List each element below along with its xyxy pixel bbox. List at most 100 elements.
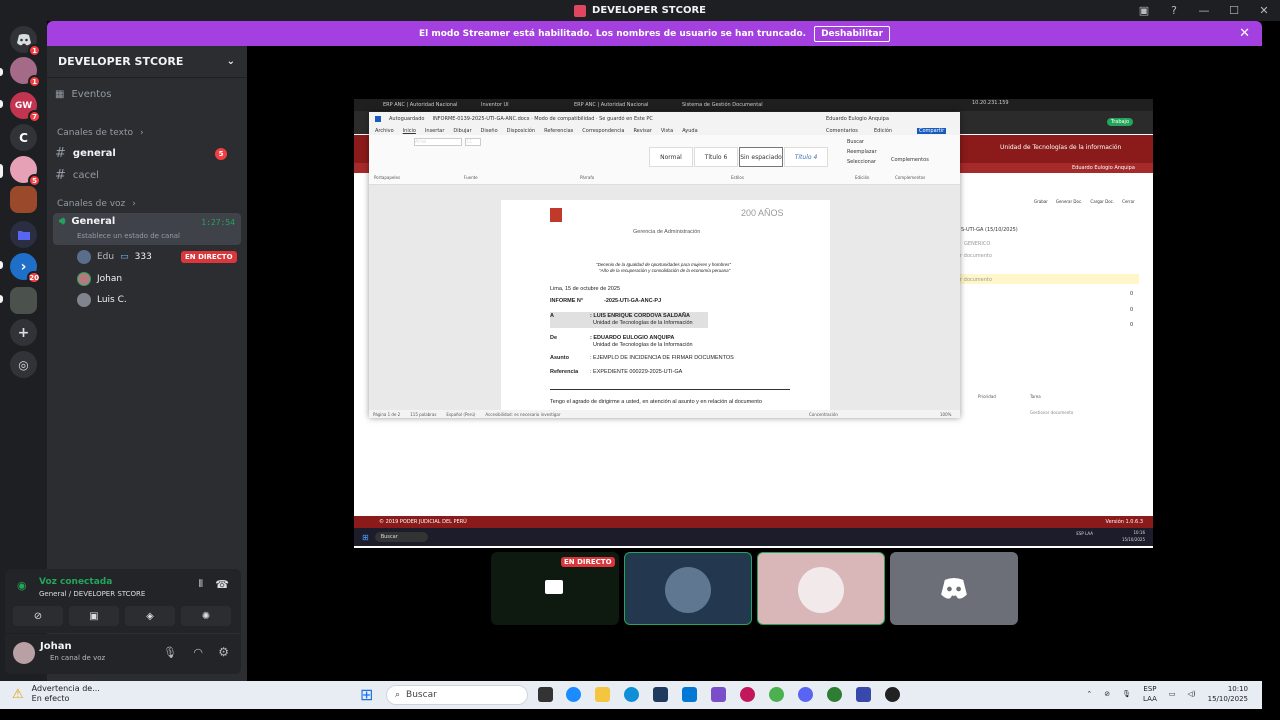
menu-view[interactable]: Vista <box>661 128 673 134</box>
app-icon[interactable] <box>740 687 755 702</box>
style-heading6[interactable]: Título 6 <box>694 147 738 167</box>
voice-user-edu[interactable]: Edu ▭ 333 <box>77 250 152 264</box>
activity-button[interactable]: ◈ <box>125 606 175 626</box>
stream-view[interactable]: 10.20.231.159 ERP ANC | Autoridad Nacion… <box>354 99 1153 548</box>
windows-start-icon[interactable]: ⊞ <box>360 685 373 704</box>
taskbar-search[interactable]: ⌕ Buscar <box>386 685 528 705</box>
style-normal[interactable]: Normal <box>649 147 693 167</box>
portal-user[interactable]: Eduardo Eulogio Anquipa <box>1072 165 1135 171</box>
discord-icon[interactable] <box>798 687 813 702</box>
server-pink[interactable]: 5 <box>10 156 41 187</box>
headphones-icon[interactable]: ◠ <box>193 646 203 659</box>
menu-mailings[interactable]: Correspondencia <box>582 128 624 134</box>
add-server-icon[interactable]: + <box>10 319 37 346</box>
focus-mode[interactable]: Concentración <box>809 412 838 417</box>
disconnect-icon[interactable]: ☎ <box>215 578 229 591</box>
microphone-icon[interactable]: 🎙︎ <box>163 646 177 659</box>
volume-icon[interactable]: ◁) <box>1188 690 1196 698</box>
text-category[interactable]: Canales de texto › <box>57 128 241 138</box>
avatar[interactable] <box>13 642 35 664</box>
menu-design[interactable]: Diseño <box>481 128 498 134</box>
accessibility[interactable]: Accesibilidad: es necesario investigar <box>485 412 560 417</box>
weather-widget[interactable]: ⚠ Advertencia de... En efecto <box>12 684 100 704</box>
channel-cacel[interactable]: # cacel <box>55 168 239 183</box>
server-dark[interactable] <box>10 287 37 314</box>
noise-suppression-icon[interactable]: ⦀ <box>199 579 203 590</box>
soundboard-button[interactable]: ✺ <box>181 606 231 626</box>
style-no-spacing[interactable]: Sin espaciado <box>739 147 783 167</box>
server-blue[interactable]: › 20 <box>10 253 41 284</box>
document-page[interactable]: Gerencia de Administración 200 AÑOS "Dec… <box>501 200 830 410</box>
zoom-level[interactable]: 100% <box>940 412 951 417</box>
replace-button[interactable]: Reemplazar <box>847 149 877 155</box>
participant-tile-johan[interactable] <box>757 552 885 625</box>
edge-icon[interactable] <box>624 687 639 702</box>
select-button[interactable]: Seleccionar <box>847 159 876 165</box>
close-window-button[interactable]: ✕ <box>1256 2 1272 18</box>
browser-tab[interactable]: ERP ANC | Autoridad Nacional <box>383 102 457 108</box>
minimize-button[interactable]: — <box>1196 2 1212 18</box>
browser-tab[interactable]: ERP ANC | Autoridad Nacional <box>574 102 648 108</box>
font-select[interactable]: Arial <box>414 138 462 146</box>
find-button[interactable]: Buscar <box>847 139 864 145</box>
visual-studio-icon[interactable] <box>711 687 726 702</box>
menu-insert[interactable]: Insertar <box>425 128 444 134</box>
server-avatar[interactable]: 1 <box>10 57 41 88</box>
menu-layout[interactable]: Disposición <box>507 128 535 134</box>
menu-file[interactable]: Archivo <box>375 128 394 134</box>
word-user[interactable]: Eduardo Eulogio Anquipa <box>826 116 889 122</box>
server-gw[interactable]: GW 7 <box>10 92 41 123</box>
taskbar-clock[interactable]: 10:10 15/10/2025 <box>1208 684 1248 704</box>
discord-home-icon[interactable]: 1 <box>10 26 41 57</box>
folder-icon[interactable] <box>10 221 37 248</box>
voice-channel-general[interactable]: 🔊︎ General 1:27:54 Establece un estado d… <box>53 213 241 245</box>
browser-tab[interactable]: Sistema de Gestión Documental <box>682 102 763 108</box>
menu-home[interactable]: Inicio <box>403 128 416 134</box>
share-button[interactable]: Compartir <box>917 127 947 134</box>
help-icon[interactable]: ? <box>1166 2 1182 18</box>
maximize-button[interactable]: ☐ <box>1226 2 1242 18</box>
discover-icon[interactable]: ◎ <box>10 351 37 378</box>
close-icon[interactable]: ✕ <box>1239 26 1250 41</box>
language-indicator[interactable]: ESP LAA <box>1143 684 1157 704</box>
voice-channel-path[interactable]: General / DEVELOPER STCORE <box>39 590 145 598</box>
screen-share-button[interactable]: ▣ <box>69 606 119 626</box>
events-item[interactable]: ▦ Eventos <box>55 89 239 100</box>
save-button[interactable]: Grabar <box>1034 199 1048 204</box>
file-explorer-icon[interactable] <box>595 687 610 702</box>
voice-user-luis[interactable]: Luis C. <box>77 293 127 307</box>
vpn-icon[interactable] <box>856 687 871 702</box>
server-header[interactable]: DEVELOPER STCORE ⌄ <box>47 46 247 78</box>
page-count[interactable]: Página 1 de 2 <box>373 412 400 417</box>
addins-button[interactable]: Complementos <box>891 157 929 163</box>
comments-button[interactable]: Comentarios <box>826 128 858 134</box>
signal-icon[interactable]: ◉ <box>17 579 27 592</box>
copilot-icon[interactable] <box>566 687 581 702</box>
gear-icon[interactable]: ⚙ <box>218 645 229 659</box>
generate-doc-button[interactable]: Generar Doc. <box>1056 199 1083 204</box>
profile-chip[interactable]: Trabajo <box>1106 118 1133 126</box>
disable-streamer-button[interactable]: Deshabilitar <box>814 25 891 42</box>
store-icon[interactable] <box>653 687 668 702</box>
server-photo[interactable] <box>10 186 37 213</box>
upload-doc-button[interactable]: Cargar Doc. <box>1090 199 1114 204</box>
server-c[interactable]: C <box>10 124 37 151</box>
browser-tab[interactable]: Inventor UI <box>481 102 509 108</box>
participant-tile-edu[interactable]: EN DIRECTO <box>491 552 619 625</box>
network-icon[interactable]: ⊘ <box>1104 690 1110 698</box>
voice-user-johan[interactable]: Johan <box>77 272 122 286</box>
close-button[interactable]: Cerrar <box>1122 199 1135 204</box>
style-heading4[interactable]: Título 4 <box>784 147 828 167</box>
microphone-icon[interactable]: 🎙︎ <box>1122 690 1131 698</box>
chrome-profile-icon[interactable] <box>827 687 842 702</box>
menu-help[interactable]: Ayuda <box>682 128 697 134</box>
font-size-select[interactable]: 11 <box>465 138 481 146</box>
obs-icon[interactable] <box>885 687 900 702</box>
windows-start-icon[interactable]: ⊞ <box>362 533 369 542</box>
camera-off-button[interactable]: ⊘ <box>13 606 63 626</box>
chrome-icon[interactable] <box>769 687 784 702</box>
channel-status-hint[interactable]: Establece un estado de canal <box>77 232 180 240</box>
chevron-up-icon[interactable]: ⌃ <box>1086 690 1092 698</box>
menu-review[interactable]: Revisar <box>633 128 651 134</box>
autosave-label[interactable]: Autoguardado <box>389 116 424 122</box>
